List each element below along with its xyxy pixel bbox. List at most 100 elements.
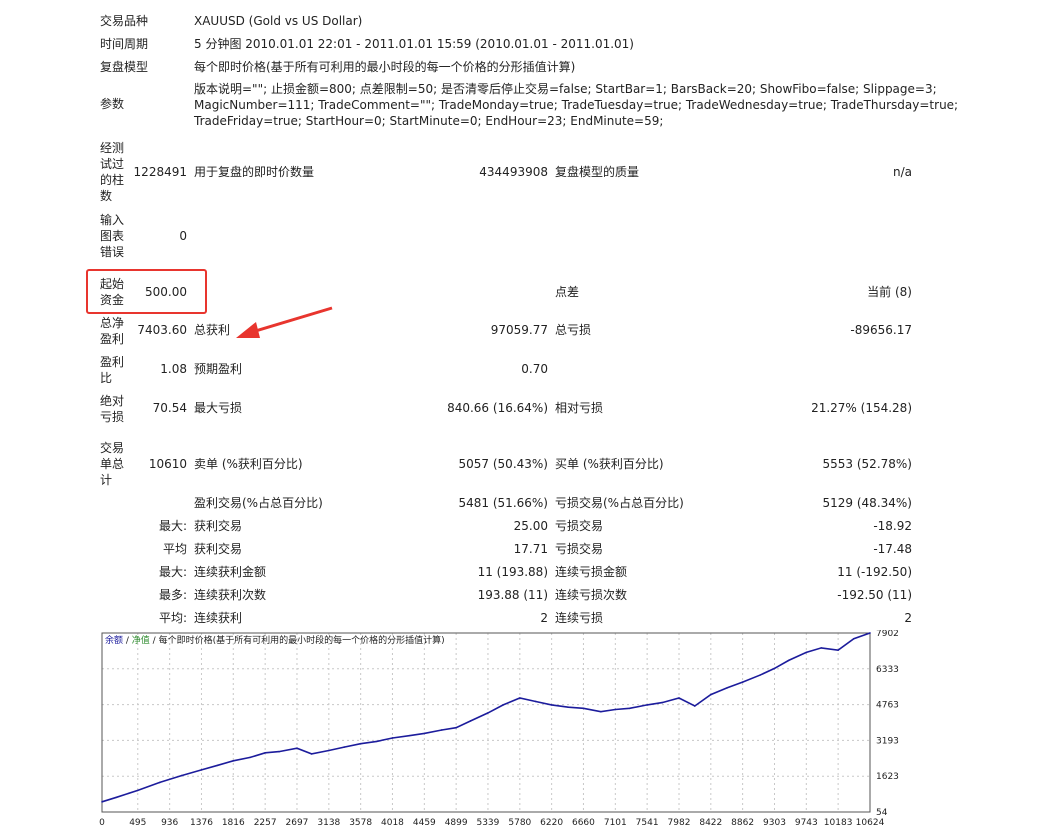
balance-point xyxy=(614,708,617,711)
balance-point xyxy=(837,649,839,651)
balance-point xyxy=(469,720,472,722)
balance-point xyxy=(678,697,680,699)
x-tick-label: 10183 xyxy=(824,818,853,828)
bars-tested-value: 1228491 xyxy=(133,165,187,179)
x-tick-label: 4459 xyxy=(413,818,436,828)
x-tick-label: 7101 xyxy=(604,818,627,828)
balance-point xyxy=(264,751,266,754)
modelling-quality-value: n/a xyxy=(892,165,912,179)
symbol-label: 交易品种 xyxy=(100,14,149,28)
balance-point xyxy=(741,681,744,683)
relative-drawdown-label: 相对亏损 xyxy=(555,401,604,415)
x-tick-label: 5339 xyxy=(476,818,499,828)
x-tick-label: 1376 xyxy=(190,818,213,828)
legend-model: 每个即时价格(基于所有可利用的最小时段的每一个价格的分形插值计算) xyxy=(158,636,445,646)
average-prefix: 平均 xyxy=(162,542,187,556)
absolute-drawdown-value: 70.54 xyxy=(152,401,187,415)
y-tick-label: 54 xyxy=(876,808,888,818)
x-tick-label: 2697 xyxy=(286,818,309,828)
x-tick-label: 7982 xyxy=(668,818,691,828)
y-tick-label: 3193 xyxy=(876,736,899,746)
balance-point xyxy=(328,749,330,752)
arrow-shaft xyxy=(251,306,333,334)
max-consecutive-losses-label: 连续亏损金额 xyxy=(555,565,628,579)
balance-point xyxy=(136,789,139,792)
x-tick-label: 9303 xyxy=(763,818,786,828)
long-positions-value: 5553 (52.78%) xyxy=(822,457,912,471)
gross-profit-value: 97059.77 xyxy=(490,323,548,337)
period-value: 5 分钟图 2010.01.01 22:01 - 2011.01.01 15:5… xyxy=(194,37,634,51)
balance-point xyxy=(582,707,585,710)
balance-point xyxy=(180,774,183,777)
average-consecutive-losses-label: 连续亏损 xyxy=(555,611,604,625)
balance-point xyxy=(408,734,411,737)
strategy-tester-report: 交易品种 XAUUSD (Gold vs US Dollar) 时间周期 5 分… xyxy=(0,0,1039,830)
average-consecutive-losses-value: 2 xyxy=(904,611,912,625)
chart-frame xyxy=(101,632,871,813)
spread-label: 点差 xyxy=(555,285,580,299)
x-tick-label: 3578 xyxy=(349,818,372,828)
legend-balance: 余额 xyxy=(105,636,124,646)
balance-point xyxy=(216,764,219,767)
balance-point xyxy=(310,753,313,755)
average-loss-label: 亏损交易 xyxy=(555,542,604,556)
average-profit-label: 获利交易 xyxy=(194,542,243,556)
relative-drawdown-value: 21.27% (154.28) xyxy=(811,401,912,415)
largest-loss-label: 亏损交易 xyxy=(555,519,604,533)
params-line-3: TradeFriday=true; StartHour=0; StartMinu… xyxy=(194,114,664,128)
x-tick-label: 4018 xyxy=(381,818,404,828)
x-tick-label: 495 xyxy=(129,818,146,828)
average-consecutive-wins-value: 2 xyxy=(540,611,548,625)
maximal-consecutive-losses-label: 连续亏损次数 xyxy=(555,588,628,602)
short-positions-value: 5057 (50.43%) xyxy=(458,457,548,471)
short-positions-label: 卖单 (%获利百分比) xyxy=(194,457,303,471)
balance-point xyxy=(805,651,808,654)
x-tick-label: 9743 xyxy=(795,818,818,828)
balance-point xyxy=(693,705,696,707)
balance-point xyxy=(599,710,602,713)
largest-prefix: 最大: xyxy=(158,519,187,533)
x-tick-label: 6660 xyxy=(572,818,595,828)
net-profit-value: 7403.60 xyxy=(137,323,187,337)
x-tick-label: 5780 xyxy=(508,818,531,828)
gross-profit-label: 总获利 xyxy=(194,323,231,337)
balance-point xyxy=(773,667,776,670)
x-tick-label: 0 xyxy=(99,818,105,828)
profit-trades-value: 5481 (51.66%) xyxy=(458,496,548,510)
y-tick-label: 1623 xyxy=(876,772,899,782)
y-tick-label: 4763 xyxy=(876,701,899,711)
balance-point xyxy=(646,704,648,706)
long-positions-label: 买单 (%获利百分比) xyxy=(555,457,664,471)
balance-point xyxy=(853,637,855,640)
balance-point xyxy=(661,701,664,704)
chart-legend: 余额 / 净值 / 每个即时价格(基于所有可利用的最小时段的每一个价格的分形插值… xyxy=(105,636,445,647)
average-profit-value: 17.71 xyxy=(513,542,548,556)
net-profit-label: 总净盈利 xyxy=(100,316,125,346)
mismatch-errors-label: 输入图表错误 xyxy=(100,213,125,259)
params-line-2: MagicNumber=111; TradeComment=""; TradeM… xyxy=(194,98,959,112)
bars-tested-label: 经测试过的柱数 xyxy=(100,141,125,203)
legend-sep-2: / xyxy=(149,636,159,646)
balance-point xyxy=(159,781,161,784)
max-consecutive-wins-value: 11 (193.88) xyxy=(477,565,548,579)
max-consecutive-wins-label: 连续获利金额 xyxy=(194,565,267,579)
spread-value: 当前 (8) xyxy=(867,285,912,299)
loss-trades-value: 5129 (48.34%) xyxy=(822,496,912,510)
balance-point xyxy=(502,704,505,706)
x-tick-label: 2257 xyxy=(254,818,277,828)
average-loss-value: -17.48 xyxy=(873,542,912,556)
balance-point xyxy=(296,747,298,750)
ticks-modelled-value: 434493908 xyxy=(479,165,548,179)
legend-equity: 净值 xyxy=(131,636,150,646)
balance-point xyxy=(101,801,103,803)
symbol-value: XAUUSD (Gold vs US Dollar) xyxy=(194,14,363,28)
balance-point xyxy=(487,712,489,714)
balance-point xyxy=(787,659,790,662)
params-line-1: 版本说明=""; 止损金额=800; 点差限制=50; 是否清零后停止交易=fa… xyxy=(194,82,937,96)
balance-point xyxy=(759,674,761,677)
average-consecutive-wins-label: 连续获利 xyxy=(194,611,243,625)
legend-sep-1: / xyxy=(123,636,132,646)
balance-point xyxy=(440,729,443,731)
initial-deposit-label: 起始资金 xyxy=(100,277,125,307)
balance-point xyxy=(200,769,203,771)
